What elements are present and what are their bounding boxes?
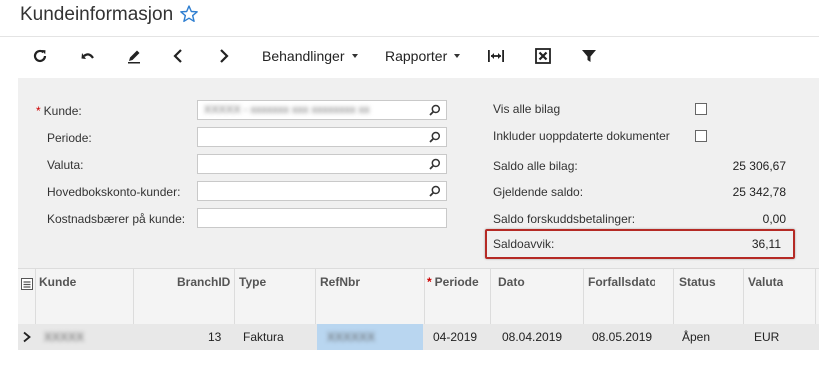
column-separator	[315, 269, 316, 324]
hovedbokskonto-label: Hovedbokskonto-kunder:	[47, 185, 181, 199]
cell-dato: 08.04.2019	[502, 330, 563, 344]
periode-label: Periode:	[47, 131, 92, 145]
next-button[interactable]	[214, 37, 234, 75]
previous-icon	[173, 49, 182, 63]
search-icon[interactable]	[429, 158, 441, 170]
refresh-button[interactable]	[30, 37, 50, 75]
vis-alle-bilag-checkbox[interactable]	[695, 103, 707, 115]
undo-button[interactable]	[78, 37, 98, 75]
edit-button[interactable]	[124, 37, 144, 75]
column-separator	[743, 269, 744, 324]
favorite-star-icon[interactable]	[179, 4, 199, 24]
cell-refnbr-selected[interactable]: XXXXXX	[317, 324, 423, 350]
periode-field[interactable]	[197, 127, 447, 147]
excel-export-icon	[535, 48, 551, 64]
refresh-icon	[33, 49, 47, 63]
fit-columns-button[interactable]	[485, 37, 507, 75]
col-header-forfallsdato[interactable]: Forfallsdato	[588, 275, 655, 289]
col-header-kunde[interactable]: Kunde	[39, 275, 76, 289]
saldoavvik-value: 36,11	[751, 237, 781, 251]
saldoavvik-label: Saldoavvik:	[493, 237, 555, 251]
valuta-label: Valuta:	[47, 158, 84, 172]
filter-button[interactable]	[579, 37, 599, 75]
chevron-down-icon	[454, 54, 461, 58]
column-separator	[133, 269, 134, 324]
kunde-value: XXXXX - xxxxxxx xxx xxxxxxxx xx	[204, 104, 370, 116]
inkluder-checkbox[interactable]	[695, 130, 707, 142]
saldoavvik-highlight: Saldoavvik: 36,11	[485, 229, 795, 259]
col-header-valuta[interactable]: Valuta	[748, 275, 783, 289]
page-title: Kundeinformasjon	[20, 4, 174, 25]
behandlinger-menu[interactable]: Behandlinger	[262, 37, 358, 75]
col-header-dato[interactable]: Dato	[498, 275, 525, 289]
saldo-forskudd-value: 0,00	[762, 212, 786, 226]
col-header-periode[interactable]: * Periode	[427, 275, 489, 289]
search-icon[interactable]	[429, 185, 441, 197]
inkluder-label: Inkluder uoppdaterte dokumenter	[493, 129, 670, 143]
table-row[interactable]: XXXXX 13 Faktura XXXXXX 04-2019 08.04.20…	[18, 324, 819, 350]
cell-refnbr: XXXXXX	[327, 330, 376, 344]
filter-icon	[582, 50, 596, 62]
column-separator	[583, 269, 584, 324]
kostnadsbaerer-label: Kostnadsbærer på kunde:	[47, 212, 186, 226]
excel-export-button[interactable]	[533, 37, 553, 75]
fit-columns-icon	[488, 50, 504, 62]
column-separator	[234, 269, 235, 324]
search-icon[interactable]	[429, 104, 441, 116]
undo-icon	[81, 53, 94, 59]
column-separator	[35, 269, 36, 324]
title-bar: Kundeinformasjon	[0, 0, 819, 34]
edit-icon	[128, 50, 140, 64]
col-header-status[interactable]: Status	[679, 275, 716, 289]
valuta-field[interactable]	[197, 154, 447, 174]
column-separator	[424, 269, 425, 324]
kunde-field[interactable]: XXXXX - xxxxxxx xxx xxxxxxxx xx	[197, 100, 447, 120]
kunde-label: * Kunde:	[36, 104, 82, 118]
gjeldende-saldo-value: 25 342,78	[732, 185, 786, 199]
row-selector-header[interactable]	[18, 269, 36, 324]
next-icon	[220, 49, 229, 63]
cell-status: Åpen	[682, 330, 711, 344]
vis-alle-bilag-label: Vis alle bilag	[493, 102, 561, 116]
cell-valuta: EUR	[754, 330, 780, 344]
col-header-type[interactable]: Type	[239, 275, 266, 289]
chevron-down-icon	[351, 54, 358, 58]
behandlinger-label: Behandlinger	[262, 48, 345, 64]
cell-type: Faktura	[243, 330, 284, 344]
rapporter-menu[interactable]: Rapporter	[385, 37, 461, 75]
cell-branchid: 13	[208, 330, 222, 344]
hovedbokskonto-field[interactable]	[197, 181, 447, 201]
cell-kunde: XXXXX	[44, 330, 85, 344]
column-separator	[490, 269, 491, 324]
cell-periode: 04-2019	[433, 330, 478, 344]
saldo-alle-bilag-label: Saldo alle bilag:	[493, 159, 578, 173]
column-separator	[673, 269, 674, 324]
column-separator	[815, 269, 816, 324]
gjeldende-saldo-label: Gjeldende saldo:	[493, 185, 584, 199]
saldo-alle-bilag-value: 25 306,67	[732, 159, 786, 173]
previous-button[interactable]	[168, 37, 188, 75]
toolbar: Behandlinger Rapporter	[0, 36, 819, 75]
grid-header: Kunde BranchID Type RefNbr * Periode Dato…	[18, 268, 819, 325]
rapporter-label: Rapporter	[385, 48, 448, 64]
saldo-forskudd-label: Saldo forskuddsbetalinger:	[493, 212, 636, 226]
column-settings-icon[interactable]	[21, 278, 33, 290]
cell-forfallsdato: 08.05.2019	[592, 330, 653, 344]
col-header-branchid[interactable]: BranchID	[177, 275, 230, 289]
search-icon[interactable]	[429, 131, 441, 143]
row-pointer-icon[interactable]	[22, 331, 32, 343]
kostnadsbaerer-field[interactable]	[197, 208, 447, 228]
col-header-refnbr[interactable]: RefNbr	[320, 275, 360, 289]
